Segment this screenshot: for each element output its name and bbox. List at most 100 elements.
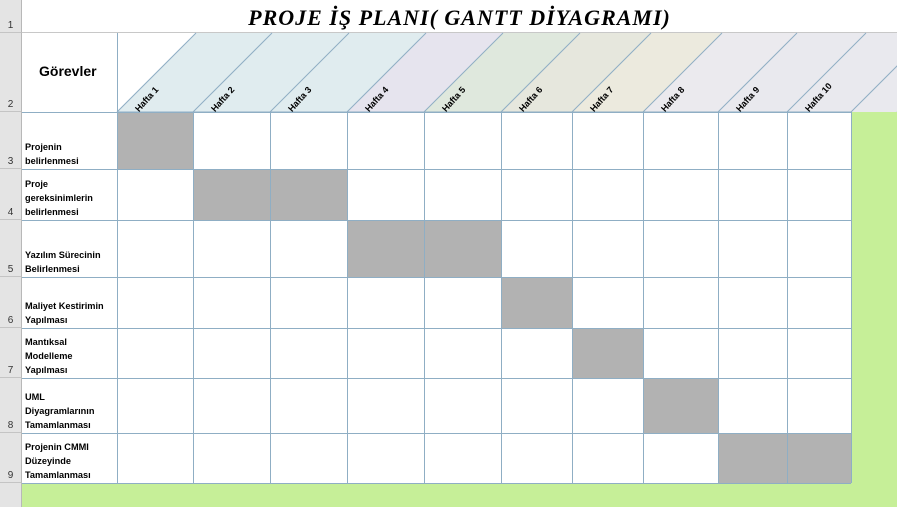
gantt-bar-cell[interactable] (270, 169, 347, 220)
row-number-2[interactable]: 2 (0, 33, 22, 112)
gantt-empty-cell[interactable] (117, 328, 193, 378)
week-label-7[interactable]: Hafta 7 (588, 85, 616, 114)
grid-row-line (22, 112, 851, 113)
gantt-bar-cell[interactable] (424, 220, 501, 277)
gantt-empty-cell[interactable] (193, 433, 270, 483)
gantt-empty-cell[interactable] (424, 112, 501, 169)
gantt-empty-cell[interactable] (270, 112, 347, 169)
task-label-6[interactable]: UML Diyagramlarının Tamamlanması (22, 378, 117, 433)
gantt-empty-cell[interactable] (718, 169, 787, 220)
task-label-1[interactable]: Projenin belirlenmesi (22, 112, 117, 169)
gantt-bar-cell[interactable] (718, 433, 787, 483)
row-number-1[interactable]: 1 (0, 0, 22, 33)
gantt-empty-cell[interactable] (270, 328, 347, 378)
gantt-empty-cell[interactable] (270, 378, 347, 433)
row-number-7[interactable]: 7 (0, 328, 22, 378)
gantt-empty-cell[interactable] (501, 220, 572, 277)
row-number-3[interactable]: 3 (0, 112, 22, 169)
gantt-empty-cell[interactable] (347, 378, 424, 433)
grid-column-line (117, 112, 118, 483)
gantt-empty-cell[interactable] (572, 277, 643, 328)
gantt-bar-cell[interactable] (117, 112, 193, 169)
week-label-9[interactable]: Hafta 9 (734, 85, 762, 114)
week-label-3[interactable]: Hafta 3 (286, 85, 314, 114)
gantt-empty-cell[interactable] (718, 220, 787, 277)
gantt-empty-cell[interactable] (572, 169, 643, 220)
week-label-4[interactable]: Hafta 4 (363, 85, 391, 114)
task-label-7[interactable]: Projenin CMMI Düzeyinde Tamamlanması (22, 433, 117, 483)
gantt-empty-cell[interactable] (718, 378, 787, 433)
task-label-5[interactable]: Mantıksal Modelleme Yapılması (22, 328, 117, 378)
gantt-empty-cell[interactable] (572, 220, 643, 277)
gantt-empty-cell[interactable] (718, 277, 787, 328)
gantt-empty-cell[interactable] (347, 169, 424, 220)
week-label-5[interactable]: Hafta 5 (440, 85, 468, 114)
gantt-empty-cell[interactable] (718, 112, 787, 169)
gantt-empty-cell[interactable] (270, 433, 347, 483)
gantt-empty-cell[interactable] (424, 378, 501, 433)
task-label-3[interactable]: Yazılım Sürecinin Belirlenmesi (22, 220, 117, 277)
gantt-empty-cell[interactable] (270, 277, 347, 328)
gantt-empty-cell[interactable] (424, 277, 501, 328)
gantt-empty-cell[interactable] (787, 378, 851, 433)
gantt-empty-cell[interactable] (117, 433, 193, 483)
gantt-empty-cell[interactable] (643, 220, 718, 277)
week-label-6[interactable]: Hafta 6 (517, 85, 545, 114)
gantt-empty-cell[interactable] (270, 220, 347, 277)
gantt-empty-cell[interactable] (501, 433, 572, 483)
gantt-empty-cell[interactable] (643, 433, 718, 483)
week-label-2[interactable]: Hafta 2 (209, 85, 237, 114)
gantt-empty-cell[interactable] (787, 220, 851, 277)
gantt-empty-cell[interactable] (643, 169, 718, 220)
gantt-empty-cell[interactable] (501, 328, 572, 378)
gantt-empty-cell[interactable] (787, 328, 851, 378)
gantt-empty-cell[interactable] (501, 112, 572, 169)
gantt-empty-cell[interactable] (193, 328, 270, 378)
row-number-9[interactable]: 9 (0, 433, 22, 483)
page-title[interactable]: PROJE İŞ PLANI( GANTT DİYAGRAMI) (22, 0, 897, 33)
gantt-bar-cell[interactable] (572, 328, 643, 378)
gantt-empty-cell[interactable] (572, 112, 643, 169)
gantt-empty-cell[interactable] (117, 277, 193, 328)
gantt-empty-cell[interactable] (424, 169, 501, 220)
gantt-empty-cell[interactable] (424, 433, 501, 483)
gantt-empty-cell[interactable] (643, 328, 718, 378)
row-number-4[interactable]: 4 (0, 169, 22, 220)
gantt-empty-cell[interactable] (424, 328, 501, 378)
gantt-empty-cell[interactable] (347, 112, 424, 169)
gantt-empty-cell[interactable] (347, 433, 424, 483)
gantt-empty-cell[interactable] (193, 112, 270, 169)
tasks-column-header[interactable]: Görevler (22, 33, 117, 112)
week-label-8[interactable]: Hafta 8 (659, 85, 687, 114)
gantt-empty-cell[interactable] (117, 220, 193, 277)
gantt-empty-cell[interactable] (787, 277, 851, 328)
gantt-empty-cell[interactable] (643, 112, 718, 169)
gantt-empty-cell[interactable] (643, 277, 718, 328)
gantt-empty-cell[interactable] (193, 378, 270, 433)
week-label-1[interactable]: Hafta 1 (133, 85, 161, 114)
gantt-empty-cell[interactable] (787, 112, 851, 169)
gantt-bar-cell[interactable] (643, 378, 718, 433)
gantt-bar-cell[interactable] (347, 220, 424, 277)
gantt-empty-cell[interactable] (117, 378, 193, 433)
row-number-5[interactable]: 5 (0, 220, 22, 277)
gantt-empty-cell[interactable] (787, 169, 851, 220)
gantt-empty-cell[interactable] (718, 328, 787, 378)
row-number-6[interactable]: 6 (0, 277, 22, 328)
task-label-4[interactable]: Maliyet Kestirimin Yapılması (22, 277, 117, 328)
gantt-empty-cell[interactable] (501, 378, 572, 433)
gantt-bar-cell[interactable] (787, 433, 851, 483)
row-number-8[interactable]: 8 (0, 378, 22, 433)
gantt-empty-cell[interactable] (572, 378, 643, 433)
gantt-bar-cell[interactable] (501, 277, 572, 328)
gantt-empty-cell[interactable] (193, 277, 270, 328)
gantt-bar-cell[interactable] (193, 169, 270, 220)
gantt-empty-cell[interactable] (572, 433, 643, 483)
gantt-empty-cell[interactable] (347, 328, 424, 378)
gantt-empty-cell[interactable] (347, 277, 424, 328)
gantt-empty-cell[interactable] (193, 220, 270, 277)
gantt-empty-cell[interactable] (501, 169, 572, 220)
gantt-empty-cell[interactable] (117, 169, 193, 220)
task-label-2[interactable]: Proje gereksinimlerin belirlenmesi (22, 169, 117, 220)
week-label-10[interactable]: Hafta 10 (803, 81, 834, 114)
